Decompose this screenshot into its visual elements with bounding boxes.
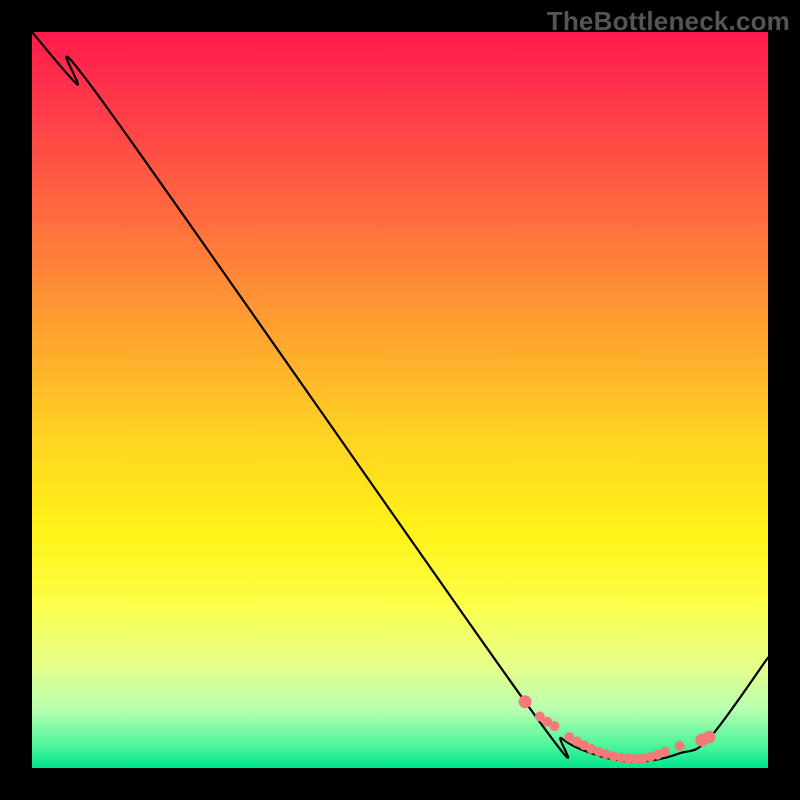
marker-dot bbox=[660, 747, 670, 757]
marker-dot bbox=[703, 731, 716, 744]
highlight-markers bbox=[519, 695, 716, 764]
marker-dot bbox=[675, 741, 685, 751]
plot-area bbox=[32, 32, 768, 768]
marker-dot bbox=[550, 721, 560, 731]
chart-frame: TheBottleneck.com bbox=[0, 0, 800, 800]
bottleneck-curve-path bbox=[32, 32, 768, 762]
curve-layer bbox=[32, 32, 768, 768]
marker-dot bbox=[519, 695, 532, 708]
